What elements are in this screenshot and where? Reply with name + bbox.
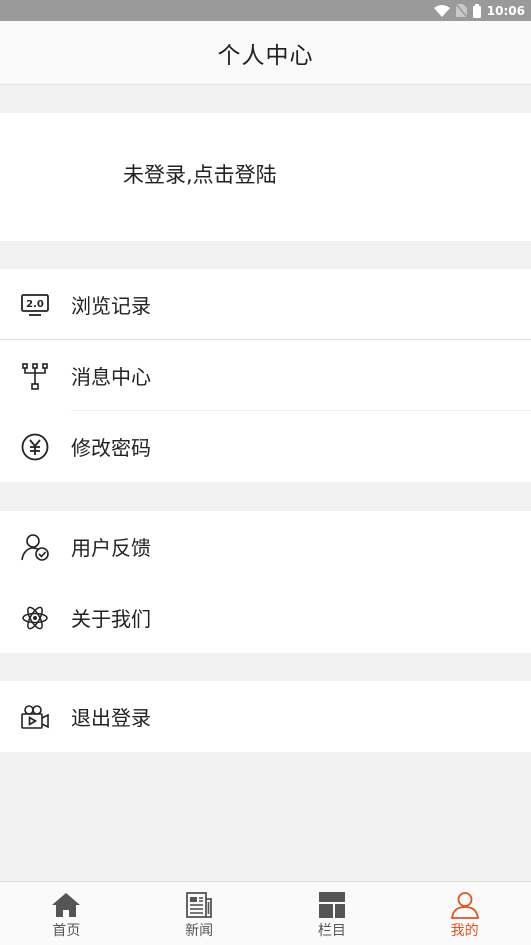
page-title: 个人中心: [217, 42, 314, 69]
login-prompt[interactable]: 未登录,点击登陆: [123, 159, 277, 189]
message-network-icon: [22, 363, 48, 390]
bottom-tab-bar: 首页 新闻 栏目 我的: [0, 881, 531, 945]
menu-item-label: 退出登录: [71, 706, 151, 730]
tab-news[interactable]: 新闻: [133, 882, 266, 945]
tab-label: 新闻: [185, 923, 214, 939]
home-icon: [52, 893, 81, 917]
tab-label: 栏目: [317, 923, 346, 939]
tab-me[interactable]: 我的: [398, 882, 531, 945]
newspaper-icon: [186, 892, 213, 918]
wifi-icon: [433, 4, 450, 17]
menu-group-1: 2.0 浏览记录 消息中心 修改密码: [0, 269, 531, 482]
history-2-0-icon: 2.0: [21, 294, 49, 316]
battery-icon: [472, 3, 481, 18]
login-card[interactable]: 未登录,点击登陆: [0, 113, 531, 241]
atom-icon: [22, 606, 48, 630]
person-icon: [450, 892, 479, 919]
menu-item-messages[interactable]: 消息中心: [0, 340, 531, 411]
menu-item-feedback[interactable]: 用户反馈: [0, 511, 531, 582]
status-time: 10:06: [486, 3, 525, 18]
menu-item-label: 浏览记录: [71, 293, 151, 318]
tab-label: 我的: [450, 923, 479, 939]
tab-columns[interactable]: 栏目: [266, 882, 399, 945]
yen-circle-icon: [21, 433, 49, 461]
status-icons: 10:06: [433, 2, 525, 19]
menu-group-3: 退出登录: [0, 681, 531, 752]
app-bar: 个人中心: [0, 21, 531, 85]
menu-group-2: 用户反馈 关于我们: [0, 511, 531, 653]
menu-item-label: 关于我们: [71, 607, 151, 631]
columns-icon: [318, 892, 345, 918]
tab-label: 首页: [52, 923, 81, 939]
menu-item-label: 用户反馈: [71, 536, 151, 560]
no-sim-icon: [455, 4, 467, 17]
menu-item-history[interactable]: 2.0 浏览记录: [0, 269, 531, 340]
menu-item-logout[interactable]: 退出登录: [0, 681, 531, 752]
menu-item-label: 修改密码: [71, 436, 151, 460]
menu-item-about[interactable]: 关于我们: [0, 582, 531, 653]
tab-home[interactable]: 首页: [0, 882, 133, 945]
menu-item-label: 消息中心: [71, 365, 151, 389]
user-check-icon: [21, 534, 49, 561]
menu-item-change-password[interactable]: 修改密码: [0, 411, 531, 482]
video-camera-icon: [21, 705, 49, 729]
status-bar: 10:06: [0, 0, 531, 21]
svg-text:2.0: 2.0: [26, 299, 44, 310]
